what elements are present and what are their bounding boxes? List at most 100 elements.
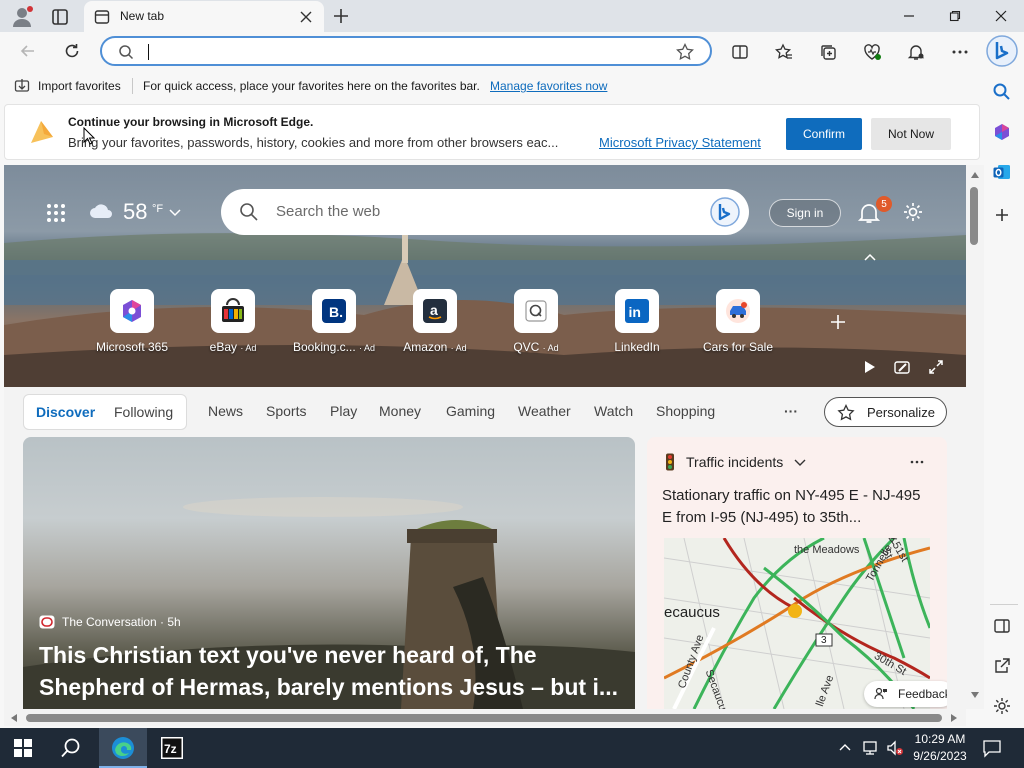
refresh-icon[interactable]: [60, 39, 84, 63]
tab-actions-icon[interactable]: [50, 7, 70, 27]
news-headline[interactable]: This Christian text you've never heard o…: [39, 639, 623, 703]
traffic-card[interactable]: Traffic incidents Stationary traffic on …: [647, 437, 947, 709]
notifications-icon[interactable]: [904, 40, 928, 64]
apps-launcher-icon[interactable]: [46, 203, 66, 223]
shortcut-amazon[interactable]: a Amazon · Ad: [385, 289, 485, 355]
nav-item-gaming[interactable]: Gaming: [446, 403, 495, 419]
nav-item-news[interactable]: News: [208, 403, 243, 419]
vertical-scroll-thumb[interactable]: [970, 187, 978, 245]
weather-unit: °F: [152, 203, 164, 215]
tab-following[interactable]: Following: [114, 404, 173, 420]
taskbar-7zip-icon[interactable]: 7z: [160, 736, 184, 760]
collapse-chevron-up-icon[interactable]: [862, 249, 878, 265]
hide-sidebar-icon[interactable]: [992, 616, 1012, 636]
shortcut-linkedin[interactable]: in LinkedIn: [587, 289, 687, 355]
shortcut-ebay[interactable]: eBay · Ad: [183, 289, 283, 355]
close-window-button[interactable]: [978, 0, 1024, 32]
import-favorites-button[interactable]: Import favorites: [38, 79, 121, 93]
not-now-button[interactable]: Not Now: [871, 118, 951, 150]
weather-temperature[interactable]: 58: [123, 199, 147, 225]
nav-item-watch[interactable]: Watch: [594, 403, 633, 419]
horizontal-scrollbar[interactable]: [4, 709, 966, 726]
sidebar-divider: [990, 604, 1018, 605]
sidebar-search-icon[interactable]: [992, 82, 1012, 102]
web-search-box[interactable]: Search the web: [221, 189, 749, 235]
nav-item-play[interactable]: Play: [330, 403, 357, 419]
shortcut-booking[interactable]: B. Booking.c... · Ad: [284, 289, 384, 355]
scroll-down-arrow-icon[interactable]: [970, 691, 980, 699]
confirm-button[interactable]: Confirm: [786, 118, 862, 150]
nav-item-shopping[interactable]: Shopping: [656, 403, 715, 419]
split-screen-icon[interactable]: [728, 40, 752, 64]
new-tab-icon[interactable]: [331, 6, 351, 26]
traffic-card-title[interactable]: Traffic incidents: [686, 454, 783, 470]
settings-and-more-icon[interactable]: [948, 40, 972, 64]
scroll-up-arrow-icon[interactable]: [970, 171, 980, 179]
taskbar-date[interactable]: 9/26/2023: [910, 749, 970, 763]
copilot-icon[interactable]: [985, 34, 1019, 68]
traffic-more-icon[interactable]: [909, 455, 925, 469]
favorite-star-icon[interactable]: [676, 43, 694, 61]
sign-in-button[interactable]: Sign in: [769, 199, 841, 227]
show-hidden-icons-chevron-icon[interactable]: [838, 741, 852, 755]
bing-chat-icon[interactable]: [709, 196, 741, 228]
source-logo-icon: [39, 615, 55, 629]
personalize-button[interactable]: Personalize: [824, 397, 947, 427]
favorites-icon[interactable]: [772, 40, 796, 64]
search-icon: [118, 44, 134, 60]
shortcut-microsoft-365[interactable]: Microsoft 365: [82, 289, 182, 355]
volume-muted-icon[interactable]: [886, 740, 904, 756]
horizontal-scroll-thumb[interactable]: [26, 714, 942, 722]
start-windows-icon[interactable]: [14, 739, 32, 757]
restore-button[interactable]: [932, 0, 978, 32]
shortcut-qvc[interactable]: QVC · Ad: [486, 289, 586, 355]
nav-item-weather[interactable]: Weather: [518, 403, 571, 419]
traffic-headline[interactable]: Stationary traffic on NY-495 E - NJ-495 …: [662, 485, 932, 529]
traffic-chevron-down-icon[interactable]: [793, 455, 807, 469]
favbar-hint-text: For quick access, place your favorites h…: [143, 79, 480, 93]
browser-essentials-icon[interactable]: [860, 40, 884, 64]
tab-discover[interactable]: Discover: [36, 404, 95, 420]
windows-taskbar: 7z 10:29 AM 9/26/2023: [0, 728, 1024, 768]
import-icon[interactable]: [14, 78, 30, 94]
sidebar-settings-icon[interactable]: [992, 696, 1012, 716]
add-shortcut-icon[interactable]: [829, 313, 847, 331]
vertical-scrollbar[interactable]: [966, 165, 984, 709]
shortcut-cars-for-sale[interactable]: Cars for Sale: [688, 289, 788, 355]
sidebar-m365-icon[interactable]: [992, 122, 1012, 142]
feedback-button[interactable]: Feedback: [864, 681, 947, 707]
play-icon[interactable]: [861, 359, 877, 375]
main-news-card[interactable]: The Conversation · 5h This Christian tex…: [23, 437, 635, 709]
scroll-right-arrow-icon[interactable]: [950, 713, 958, 723]
sidebar-outlook-icon[interactable]: [992, 162, 1012, 182]
hero-background: 58 °F Search the web Sign in 5 Microsoft…: [4, 165, 966, 387]
edit-background-icon[interactable]: [894, 359, 910, 375]
import-banner: Continue your browsing in Microsoft Edge…: [4, 104, 980, 160]
weather-chevron-down-icon[interactable]: [168, 205, 182, 219]
minimize-button[interactable]: [886, 0, 932, 32]
profile-icon[interactable]: [10, 5, 34, 29]
taskbar-edge-button[interactable]: [99, 728, 147, 768]
nav-item-sports[interactable]: Sports: [266, 403, 306, 419]
banner-logo-icon: [27, 117, 57, 147]
shortcut-label: QVC: [513, 340, 540, 354]
back-icon[interactable]: [16, 39, 40, 63]
action-center-icon[interactable]: [982, 738, 1002, 758]
privacy-statement-link[interactable]: Microsoft Privacy Statement: [599, 135, 761, 150]
network-icon[interactable]: [862, 740, 880, 756]
open-external-icon[interactable]: [992, 656, 1012, 676]
expand-icon[interactable]: [928, 359, 944, 375]
tab-new-tab[interactable]: New tab: [84, 1, 324, 32]
taskbar-time[interactable]: 10:29 AM: [914, 732, 966, 746]
sidebar-add-icon[interactable]: [992, 205, 1012, 225]
manage-favorites-link[interactable]: Manage favorites now: [490, 79, 607, 93]
weather-cloud-icon[interactable]: [88, 201, 114, 221]
scroll-left-arrow-icon[interactable]: [10, 713, 18, 723]
collections-icon[interactable]: [816, 40, 840, 64]
nav-item-money[interactable]: Money: [379, 403, 421, 419]
address-bar[interactable]: [100, 36, 712, 66]
page-settings-gear-icon[interactable]: [902, 201, 924, 223]
taskbar-search-icon[interactable]: [60, 737, 82, 759]
more-nav-button[interactable]: ···: [784, 403, 798, 419]
close-tab-icon[interactable]: [298, 9, 314, 25]
